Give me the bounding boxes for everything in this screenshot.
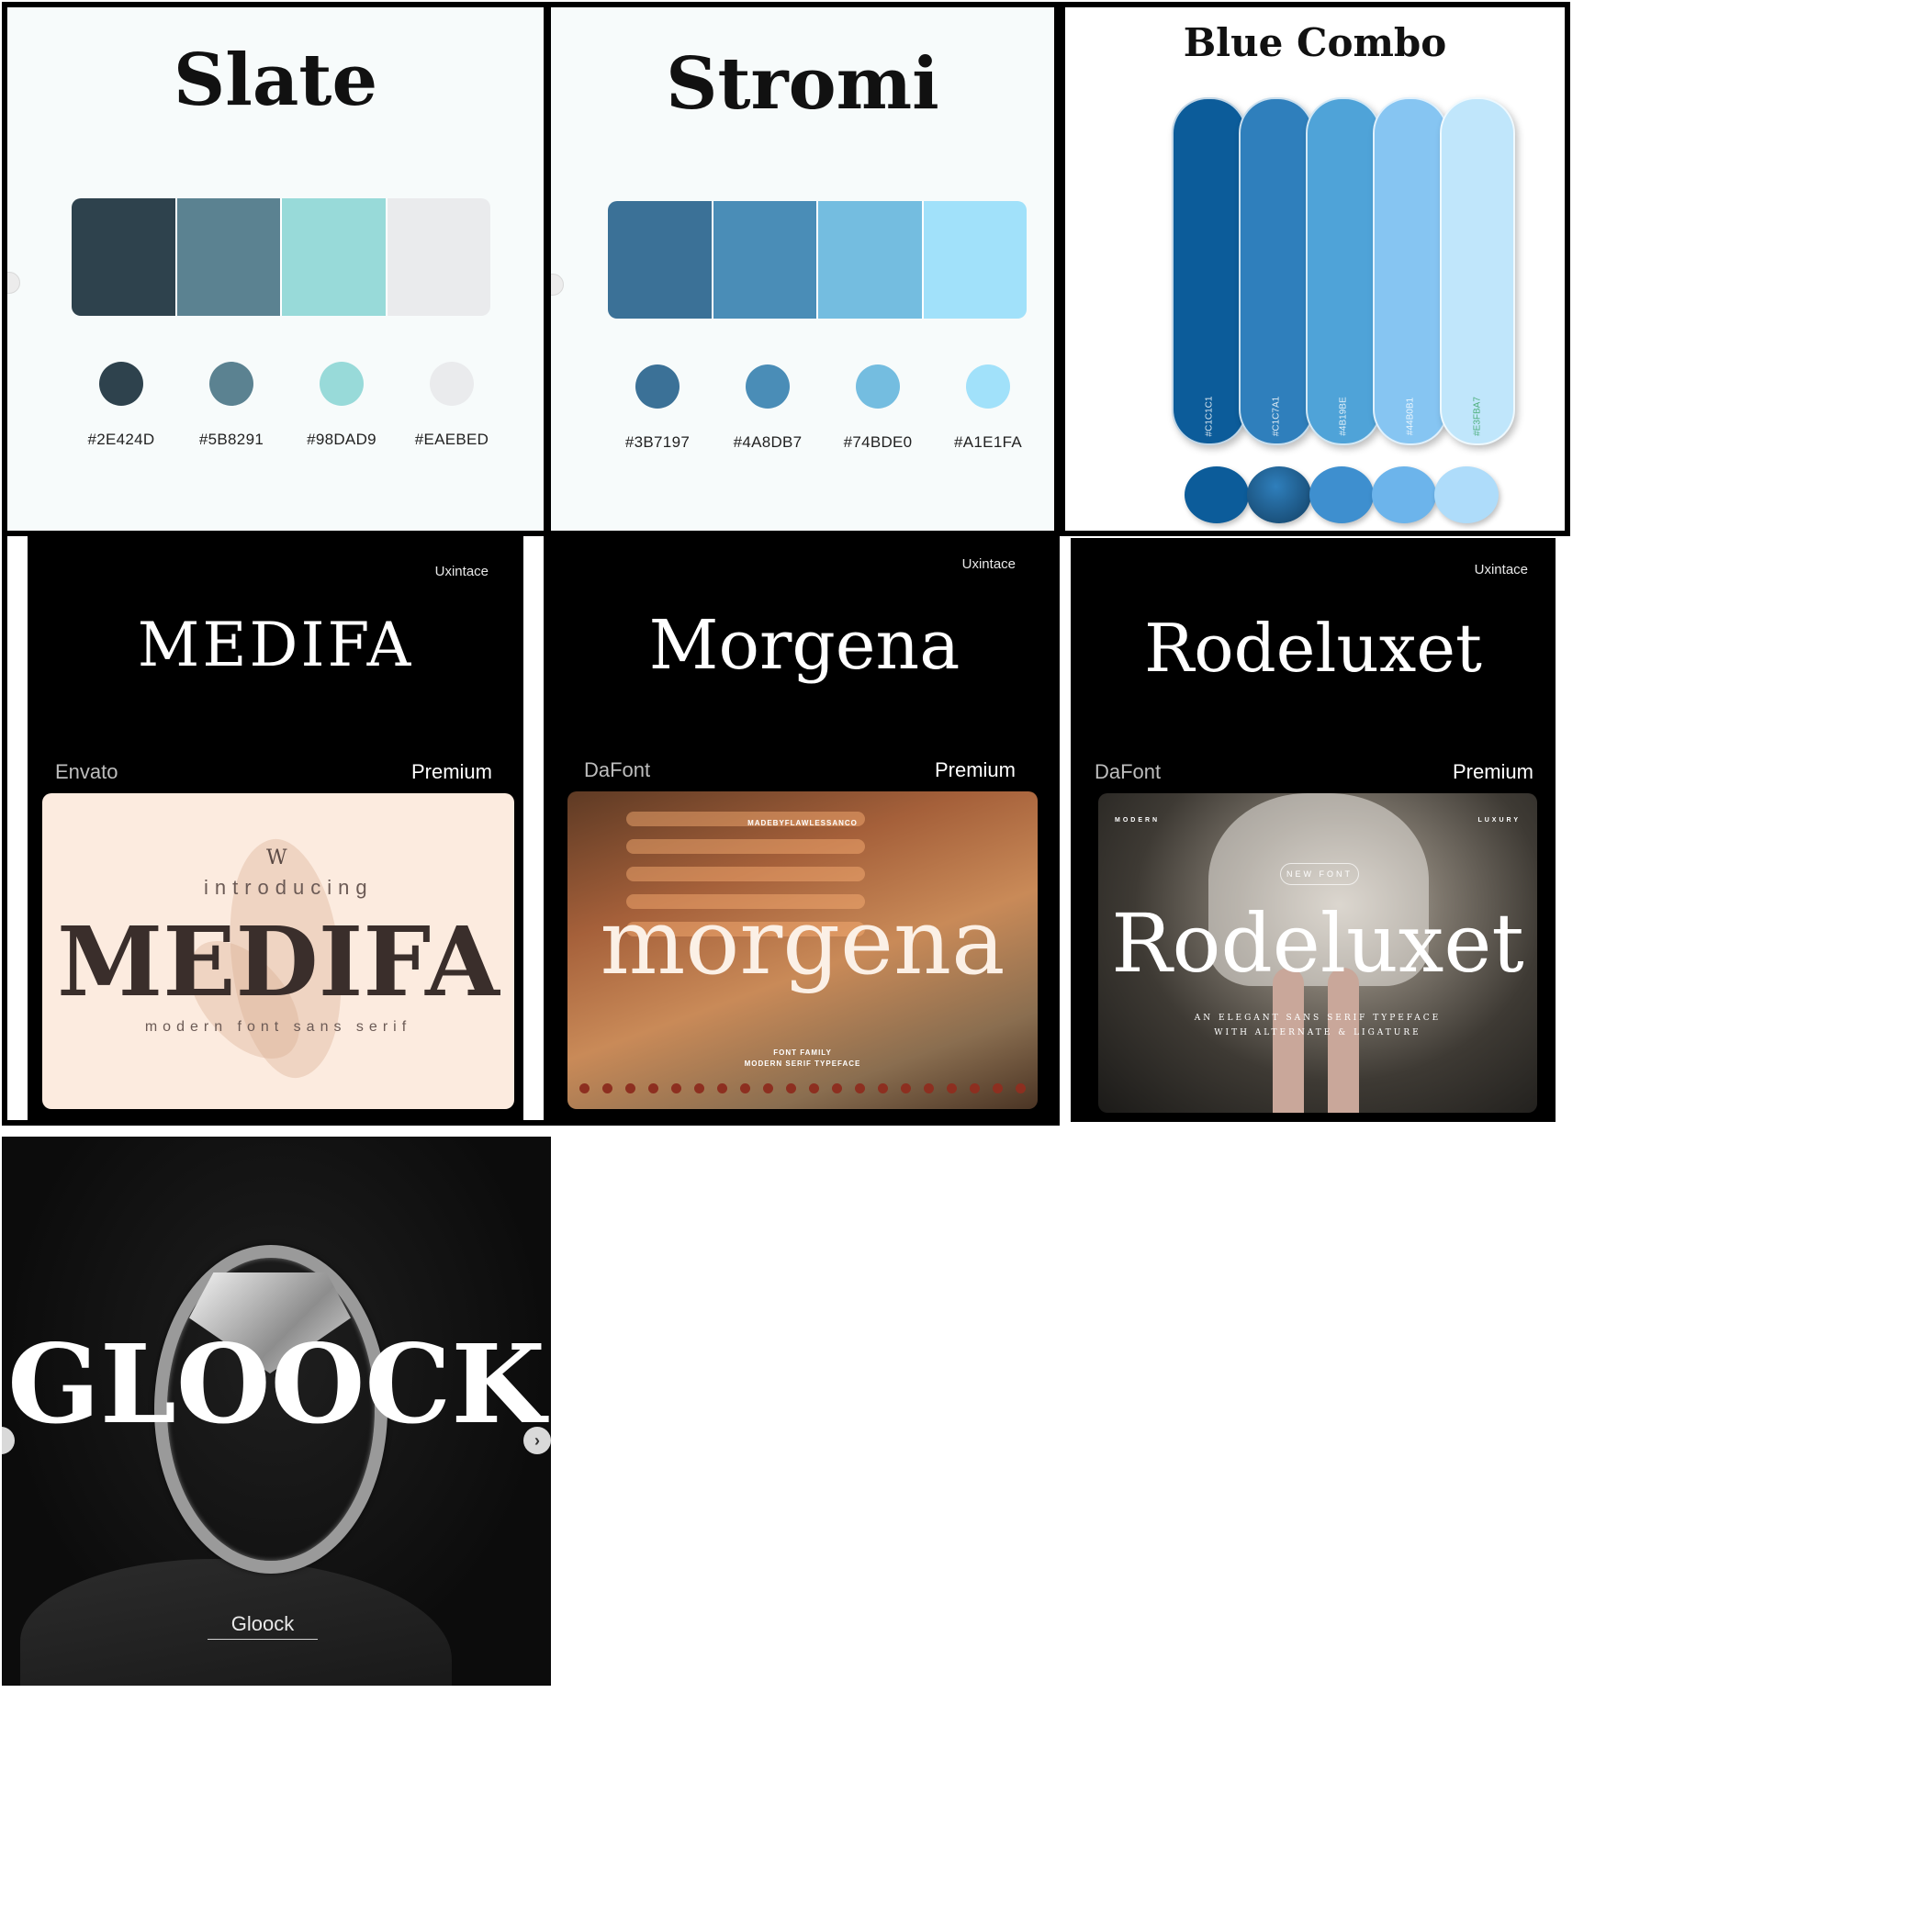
pill-swatch: #E3FBA7 [1440,97,1515,445]
palette-swatch [280,198,386,316]
hex-label: #98DAD9 [307,431,376,448]
ball-swatch [1247,466,1311,523]
pill-swatch: #4B19BE [1306,97,1381,445]
preview-corner-left: MODERN [1115,817,1161,824]
new-font-badge: NEW FONT [1280,863,1359,885]
tier-label: Premium [1452,760,1533,783]
hex-label: #3B7197 [624,433,691,451]
hex-label: #74BDE0 [843,433,913,451]
palette-card-slate: Slate #2E424D #5B8291 #98DAD9 #EAEBED [2,2,549,536]
pill-label: #4B19BE [1338,397,1349,436]
ball-swatch [1185,466,1249,523]
color-dot [209,362,253,406]
preview-title: MEDIFA [57,905,500,1018]
ball-swatch [1434,466,1499,523]
palette-swatch [816,201,922,319]
color-dot [635,364,680,409]
preview-credit: MADEBYFLAWLESSANCO [747,819,858,827]
palette-title: Slate [173,39,378,122]
color-dot [966,364,1010,409]
light-stripe [626,867,865,881]
color-dot [430,362,474,406]
ball-swatch [1372,466,1436,523]
font-card-rodeluxet[interactable]: Uxintace Rodeluxet DaFont Premium MODERN… [1071,538,1556,1122]
pill-swatch: #C1C1C1 [1172,97,1247,445]
font-preview-image: MADEBYFLAWLESSANCO morgena FONT FAMILY M… [567,791,1038,1109]
palette-swatch [72,198,175,316]
font-card-medifa[interactable]: Uxintace MEDIFA Envato Premium W introdu… [28,536,523,1120]
hex-label: #EAEBED [414,431,489,448]
preview-title: morgena [600,891,1005,995]
font-name: Morgena [648,606,960,685]
preview-line-1: AN ELEGANT SANS SERIF TYPEFACE [1194,1014,1442,1023]
palette-strip [608,201,1027,319]
light-stripe [626,839,865,854]
pill-label: #E3FBA7 [1472,397,1483,436]
source-label: Envato [55,760,118,783]
preview-subtitle: modern font sans serif [144,1019,412,1035]
font-card-morgena[interactable]: Uxintace Morgena DaFont Premium MADEBYFL… [549,536,1063,1126]
pill-label: #C1C7A1 [1271,396,1282,437]
ball-swatch [1309,466,1374,523]
palette-swatch [921,201,1027,319]
preview-line-1: FONT FAMILY [773,1048,832,1057]
prev-arrow-icon[interactable] [7,272,20,294]
maker-label: Uxintace [961,556,1016,572]
hex-label: #A1E1FA [954,433,1022,451]
palette-card-blue-combo: Blue Combo #C1C1C1 #C1C7A1 #4B19BE #44B0… [1060,2,1570,536]
color-dot [99,362,143,406]
preview-line-2: MODERN SERIF TYPEFACE [744,1059,861,1068]
color-dot [856,364,900,409]
palette-dots: #3B7197 #4A8DB7 #74BDE0 #A1E1FA [602,364,1043,452]
palette-dots: #2E424D #5B8291 #98DAD9 #EAEBED [66,362,507,449]
preview-corner-right: LUXURY [1477,817,1521,824]
source-label: DaFont [1095,760,1162,783]
maker-label: Uxintace [1474,562,1528,577]
ball-swatches [1185,466,1499,523]
palette-swatch [174,198,280,316]
preview-line-2: WITH ALTERNATE & LIGATURE [1214,1028,1421,1037]
next-arrow-icon[interactable]: › [523,1427,551,1454]
hex-label: #4A8DB7 [733,433,803,451]
maker-label: Uxintace [434,564,489,579]
monogram-logo: W [266,846,287,869]
pill-label: #44B0B1 [1405,397,1416,436]
palette-title: Stromi [666,42,939,126]
source-label: DaFont [584,758,651,781]
color-dot [320,362,364,406]
tier-label: Premium [410,760,492,783]
pill-swatches: #C1C1C1 #C1C7A1 #4B19BE #44B0B1 #E3FBA7 [1172,97,1515,445]
font-name: MEDIFA [137,610,414,680]
prev-arrow-icon[interactable] [551,274,564,296]
palette-title: Blue Combo [1183,20,1447,65]
pill-swatch: #44B0B1 [1373,97,1448,445]
palette-card-stromi: Stromi #3B7197 #4A8DB7 #74BDE0 #A1E1FA [545,2,1060,536]
palette-swatch [385,198,490,316]
hex-label: #2E424D [87,431,155,448]
stud-row [567,1083,1038,1093]
preview-title: Rodeluxet [1111,896,1524,991]
font-card-gloock[interactable]: GLOOCK Gloock › [2,1137,551,1686]
font-name: Rodeluxet [1144,610,1482,687]
color-dot [746,364,790,409]
hex-label: #5B8291 [198,431,264,448]
palette-swatch [608,201,712,319]
tier-label: Premium [934,758,1016,781]
font-frame-medifa: Uxintace MEDIFA Envato Premium W introdu… [2,536,549,1126]
font-preview-image: MODERN LUXURY NEW FONT Rodeluxet AN ELEG… [1098,793,1537,1113]
gloock-label: Gloock [208,1612,318,1640]
pill-label: #C1C1C1 [1204,396,1215,437]
palette-strip [72,198,490,316]
font-preview-image: W introducing MEDIFA modern font sans se… [42,793,514,1109]
gloock-title: GLOOCK [7,1320,545,1448]
pill-swatch: #C1C7A1 [1239,97,1314,445]
preview-intro: introducing [204,876,374,899]
palette-swatch [711,201,816,319]
